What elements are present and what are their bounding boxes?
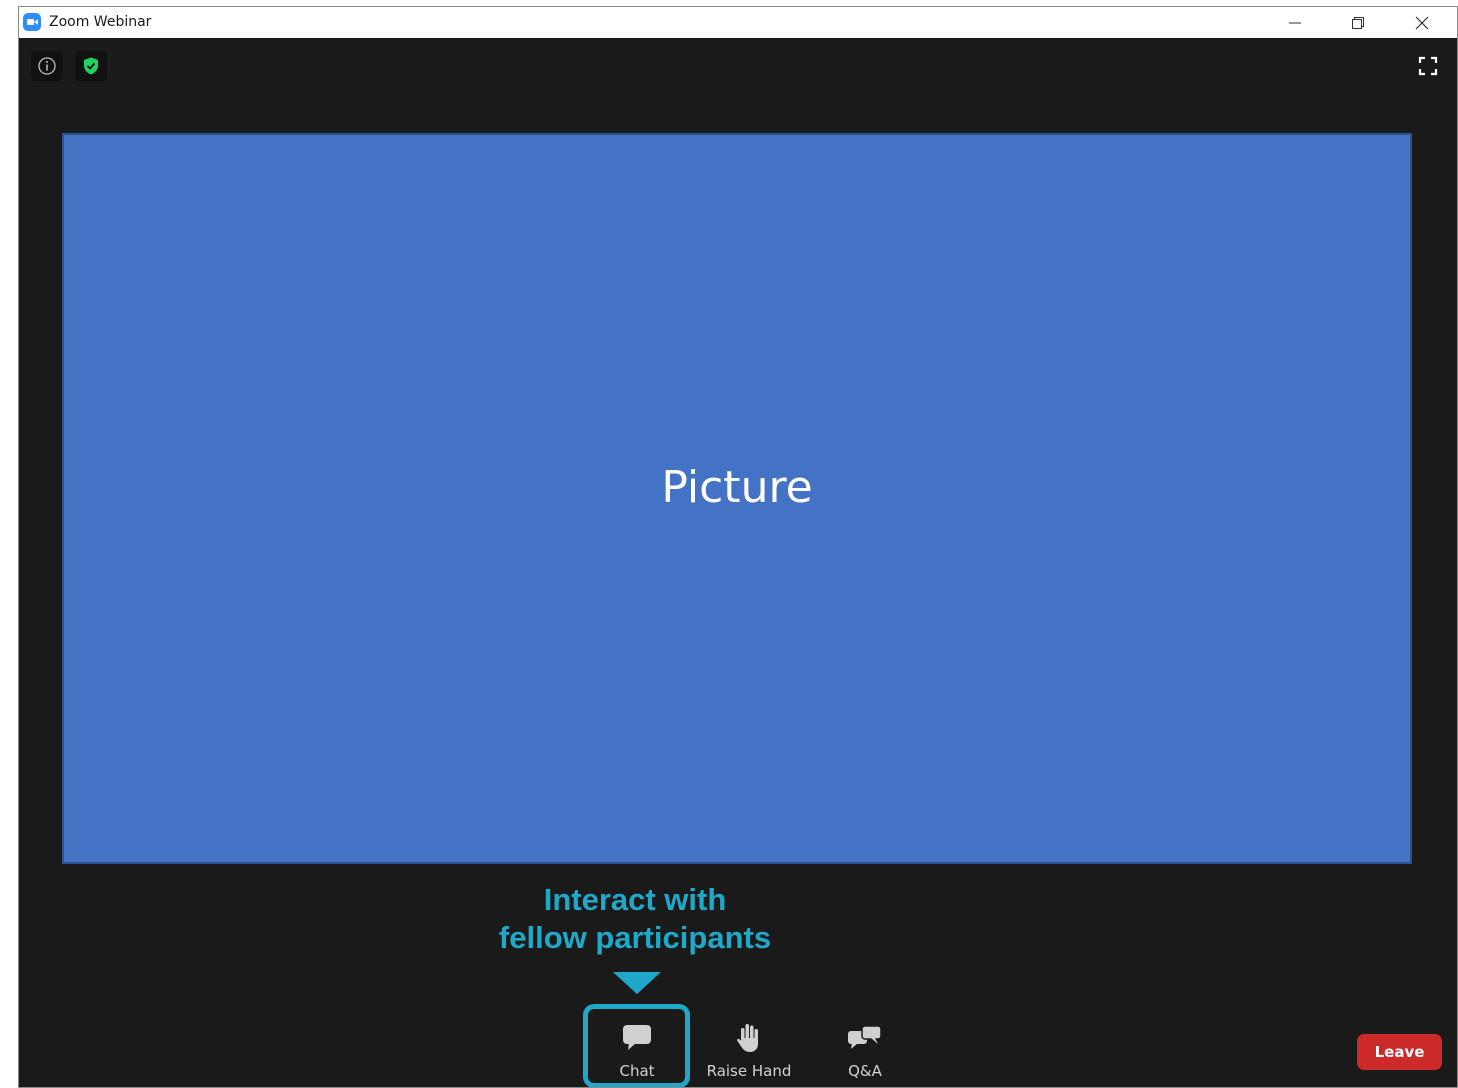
qa-label: Q&A xyxy=(848,1062,882,1080)
qa-button[interactable]: Q&A xyxy=(838,1023,892,1085)
raise-hand-label: Raise Hand xyxy=(706,1062,792,1080)
window-title: Zoom Webinar xyxy=(49,14,152,30)
meeting-info-button[interactable] xyxy=(31,51,63,81)
callout-line-1: Interact with xyxy=(543,882,727,917)
chat-label: Chat xyxy=(619,1062,655,1080)
chat-button[interactable]: Chat xyxy=(609,1023,665,1085)
close-icon xyxy=(1415,16,1429,29)
zoom-logo-icon xyxy=(23,13,41,31)
fullscreen-icon xyxy=(1418,56,1438,76)
restore-icon xyxy=(1352,16,1364,29)
close-button[interactable] xyxy=(1399,7,1445,38)
title-bar: Zoom Webinar xyxy=(19,7,1457,38)
minimize-button[interactable] xyxy=(1272,7,1318,38)
leave-button[interactable]: Leave xyxy=(1357,1034,1442,1070)
hand-icon xyxy=(737,1024,758,1052)
shared-screen-area: Picture xyxy=(62,133,1412,864)
zoom-webinar-window: Zoom Webinar Picture Interact with fello… xyxy=(18,6,1458,1088)
shared-content-label: Picture xyxy=(661,462,813,513)
shield-check-icon xyxy=(84,57,98,75)
callout-arrow-icon xyxy=(613,972,661,994)
raise-hand-button[interactable]: Raise Hand xyxy=(703,1023,795,1085)
chat-bubble-icon xyxy=(623,1025,651,1050)
callout-line-2: fellow participants xyxy=(498,920,772,955)
restore-button[interactable] xyxy=(1335,7,1381,38)
fullscreen-button[interactable] xyxy=(1415,53,1441,79)
info-icon xyxy=(38,57,56,75)
qa-bubbles-icon xyxy=(848,1025,882,1049)
callout-text: Interact with fellow participants xyxy=(459,881,811,957)
security-button[interactable] xyxy=(75,51,107,81)
minimize-icon xyxy=(1289,22,1301,23)
